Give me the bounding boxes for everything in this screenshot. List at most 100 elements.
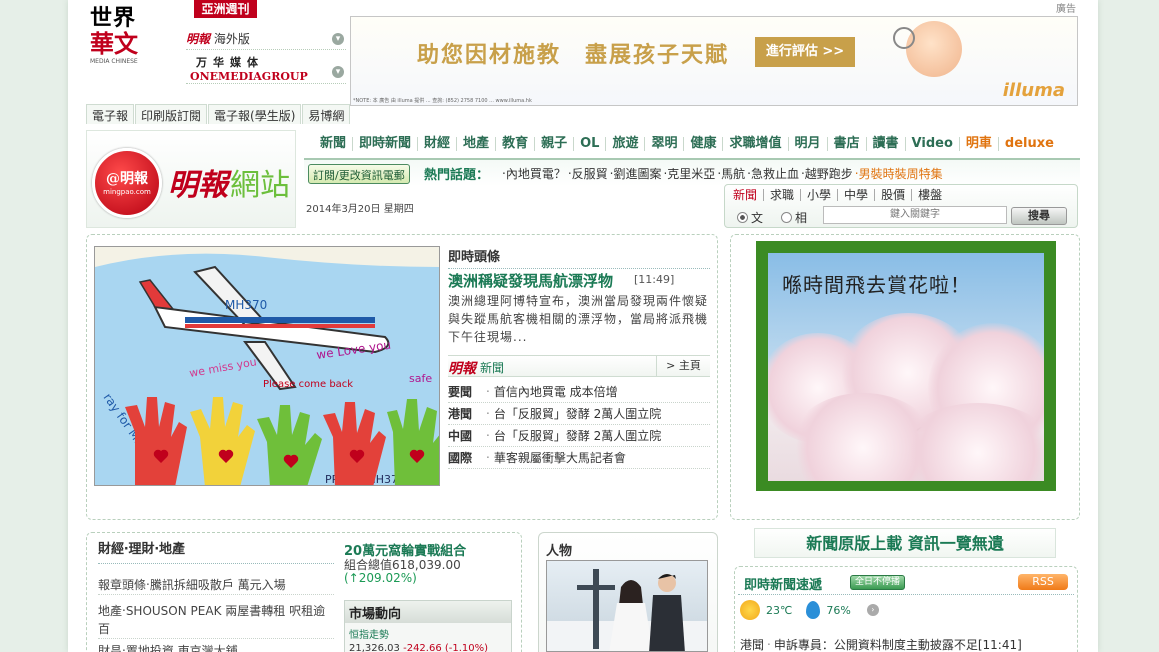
tab-epaper-student[interactable]: 電子報(學生版) [208,104,302,124]
market-box: 市場動向 恒指走勢 21,326.03 -242.66 (-1.10%) [344,600,512,652]
nav-deluxe[interactable]: deluxe [999,137,1060,151]
nav-travel[interactable]: 旅遊 [606,137,646,151]
nav-parenting[interactable]: 親子 [535,137,575,151]
headline-body: 澳洲總理阿博特宣布，澳洲當局發現兩件懷疑與失蹤馬航客機相關的漂浮物，當局將派飛機… [448,294,709,344]
photo-plane-tag: MH370 [225,298,267,312]
search-tab-jobs[interactable]: 求職 [764,189,802,201]
weather-widget: 23℃ 76% › [740,600,879,620]
ad-slogan-a: 助您因材施教 [417,43,562,68]
search-box: 新聞 求職 小學 中學 股價 樓盤 文 相 鍵入關鍵字 搜尋 [724,184,1078,228]
epaper-banner[interactable]: 新聞原版上載 資訊一覽無遺 [754,528,1056,558]
hot-topic[interactable]: ‧劉進圖案 [610,165,662,182]
ad-cta-button[interactable]: 進行評估 >> [755,37,855,67]
chevron-down-icon[interactable]: ▾ [332,66,344,78]
nav-instant-news[interactable]: 即時新聞 [353,137,419,151]
blossom-promo[interactable]: 喺時間飛去賞花啦！ [756,241,1056,491]
news-row[interactable]: 要聞 ‧ 首信內地買電 成本倍增 [448,381,710,403]
temperature: 23℃ [766,603,793,617]
news-row[interactable]: 國際 ‧ 華客親屬衝擊大馬記者會 [448,447,710,469]
humidity-icon [806,601,821,619]
next-icon[interactable]: › [866,604,879,616]
finance-row[interactable]: 財昌‧置地投資 東京灣大鋪 [98,642,334,652]
ad-label: 廣告 [1056,4,1076,15]
realtime-title[interactable]: 即時新聞速遞 [744,574,822,593]
chevron-down-icon[interactable]: ▾ [332,33,344,45]
realtime-badge[interactable]: 全日不停播 [850,575,906,590]
headline-photo[interactable]: MH370 we miss you we Love you Please com… [94,246,440,486]
rt-news-text: 申訴專員：公開資料制度主動披露不足 [773,638,978,652]
hot-topic[interactable]: ‧反服貿 [568,165,608,182]
hot-topic[interactable]: ‧內地買電？ [502,165,566,182]
nav-finance[interactable]: 財經 [418,137,458,151]
news-row[interactable]: 中國 ‧ 台「反服貿」發酵 2萬人圍立院 [448,425,710,447]
hot-topic-special[interactable]: ‧男裝時裝周特集 [855,165,943,182]
logo-line1: 世界 [90,5,137,31]
search-tab-stock[interactable]: 股價 [875,189,913,201]
people-title: 人物 [546,544,573,559]
asia-weekly-link[interactable]: 亞洲週刊 [194,0,257,18]
tab-ebook[interactable]: 易博網 [302,104,351,124]
hot-topic[interactable]: ‧急救止血 [747,165,799,182]
ad-brand: illuma [1002,80,1065,101]
radio-photo[interactable]: 相 [781,209,807,226]
search-tab-news[interactable]: 新聞 [733,189,765,201]
search-tab-secondary[interactable]: 中學 [838,189,876,201]
nav-ol[interactable]: OL [574,137,607,151]
onemedia-cn: 万华媒体 [196,56,264,69]
onemedia-link[interactable]: 万华媒体 ONEMEDIAGROUP ▾ [186,54,346,84]
tab-print-subscribe[interactable]: 印刷版訂閱 [135,104,208,124]
magnifier-icon [893,27,915,49]
hot-topic[interactable]: ‧馬航 [717,165,745,182]
mpnews-home-link[interactable]: > 主頁 [656,356,710,376]
promo-text: 喺時間飛去賞花啦！ [782,273,971,297]
search-button[interactable]: 搜尋 [1011,207,1067,225]
ad-banner[interactable]: 助您因材施教 盡展孩子天賦 進行評估 >> illuma *NOTE: 本 廣告… [350,16,1078,106]
nav-news[interactable]: 新聞 [314,137,354,151]
news-cat: 國際 [448,451,473,465]
instant-headline-section: 即時頭條 [448,246,710,269]
hot-topic[interactable]: ‧越野跑步 [801,165,853,182]
nav-car[interactable]: 明車 [960,137,999,151]
search-tab-property[interactable]: 樓盤 [912,189,948,201]
radio-on-icon [737,212,748,223]
news-cat: 港聞 [448,407,473,421]
photo-text: safe [409,372,432,385]
nav-jobs[interactable]: 求職增值 [723,137,789,151]
nav-chuiming[interactable]: 翠明 [645,137,685,151]
nav-health[interactable]: 健康 [684,137,724,151]
radio-text[interactable]: 文 [737,209,763,226]
media-chinese-logo[interactable]: 世界 華文 MEDIA CHINESE [90,6,170,68]
radio-text-label: 文 [751,211,764,225]
people-drawing [547,569,707,651]
nav-video[interactable]: Video [906,137,960,151]
finance-row[interactable]: 報章頭條‧騰訊拆細吸散戶 萬元入場 [98,576,334,595]
rss-button[interactable]: RSS [1018,574,1068,590]
ad-slogan-b: 盡展孩子天賦 [585,43,730,68]
bullet: ‧ [486,451,490,465]
finance-row[interactable]: 地產‧SHOUSON PEAK 兩屋書轉租 呎租逾百 [98,602,334,639]
news-row[interactable]: 港聞 ‧ 台「反服貿」發酵 2萬人圍立院 [448,403,710,425]
nav-reading[interactable]: 讀書 [867,137,906,151]
market-sub[interactable]: 恒指走勢 [345,623,511,641]
bullet: ‧ [486,429,490,443]
tab-epaper[interactable]: 電子報 [86,104,135,124]
ad-fine-print: *NOTE: 本 廣告 由 illuma 提供 ... 查詢: (852) 27… [353,98,532,104]
headline-time: [11:49] [634,273,675,286]
nav-education[interactable]: 教育 [496,137,536,151]
hot-topic[interactable]: ‧克里米亞 [663,165,715,182]
humidity: 76% [826,603,851,617]
search-input[interactable]: 鍵入關鍵字 [823,206,1007,224]
people-photo[interactable] [546,560,708,652]
search-tabs: 新聞 求職 小學 中學 股價 樓盤 [733,189,948,201]
subscribe-email-button[interactable]: 訂閱/更改資訊電郵 [308,164,410,184]
overseas-edition-link[interactable]: 明報 海外版 ▾ [186,28,346,50]
top-tabs: 電子報 印刷版訂閱 電子報(學生版) 易博網 [86,104,351,124]
headline-title[interactable]: 澳洲稱疑發現馬航漂浮物 [448,270,613,291]
nav-mingyue[interactable]: 明月 [789,137,828,151]
nav-property[interactable]: 地產 [457,137,497,151]
market-title: 市場動向 [345,601,511,623]
mingpao-logo[interactable]: @明報 mingpao.com [92,148,162,218]
search-tab-primary[interactable]: 小學 [801,189,839,201]
nav-bookstore[interactable]: 書店 [828,137,867,151]
realtime-news-item[interactable]: 港聞 ‧ 申訴專員：公開資料制度主動披露不足[11:41] [740,636,1022,652]
